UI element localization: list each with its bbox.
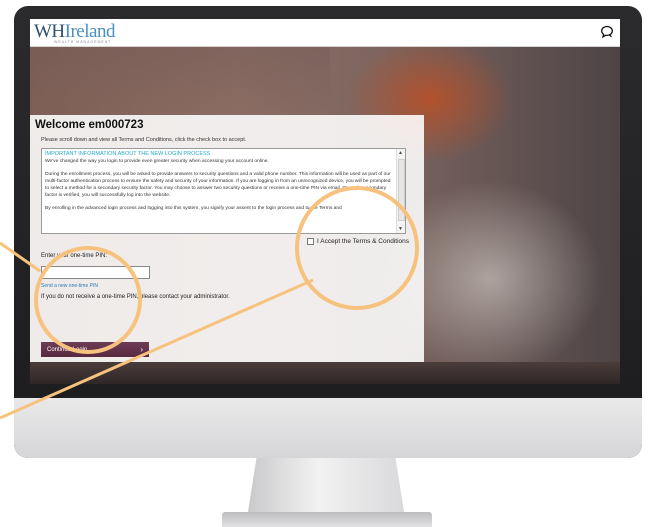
terms-paragraph: During the enrollment process, you will … [45, 171, 391, 199]
terms-scroll-box[interactable]: IMPORTANT INFORMATION ABOUT THE NEW LOGI… [41, 148, 406, 234]
logo-ireland: Ireland [64, 21, 116, 42]
terms-paragraph: We've changed the way you login to provi… [45, 159, 269, 165]
chat-bubble-icon[interactable] [600, 25, 614, 39]
monitor-stand [247, 458, 405, 518]
terms-paragraph: By enrolling in the advanced login proce… [45, 205, 342, 211]
no-pin-help-text: If you do not receive a one-time PIN, pl… [41, 294, 230, 300]
terms-scrollbar[interactable]: ▲ ▼ [396, 149, 405, 233]
logo-wh: WH [34, 21, 65, 42]
continue-login-button[interactable]: Continue Login › [41, 342, 149, 357]
accept-terms-checkbox[interactable]: I Accept the Terms & Conditions [307, 238, 409, 245]
terms-heading: IMPORTANT INFORMATION ABOUT THE NEW LOGI… [45, 151, 211, 157]
scroll-down-icon[interactable]: ▼ [398, 226, 403, 232]
login-panel: Welcome em000723 Please scroll down and … [30, 115, 424, 362]
screen: WHIreland WEALTH MANAGEMENT Welcome em00… [30, 19, 620, 384]
instruction-text: Please scroll down and view all Terms an… [41, 137, 247, 143]
checkbox-icon[interactable] [307, 238, 314, 245]
accept-terms-label: I Accept the Terms & Conditions [317, 238, 410, 245]
scroll-up-icon[interactable]: ▲ [398, 150, 403, 156]
welcome-title: Welcome em000723 [35, 119, 144, 131]
pin-input[interactable] [41, 266, 150, 279]
top-bar: WHIreland WEALTH MANAGEMENT [30, 19, 620, 47]
background-desk [30, 362, 620, 384]
wh-ireland-logo[interactable]: WHIreland [34, 22, 115, 42]
continue-login-label: Continue Login [47, 346, 88, 353]
send-new-pin-link[interactable]: Send a new one-time PIN [41, 283, 98, 289]
logo-tagline: WEALTH MANAGEMENT [54, 40, 112, 44]
monitor-chin [14, 398, 642, 458]
pin-label: Enter your one-time PIN: [41, 253, 108, 259]
chevron-right-icon: › [140, 345, 143, 354]
scrollbar-thumb[interactable] [398, 159, 405, 221]
monitor-base [222, 512, 432, 527]
